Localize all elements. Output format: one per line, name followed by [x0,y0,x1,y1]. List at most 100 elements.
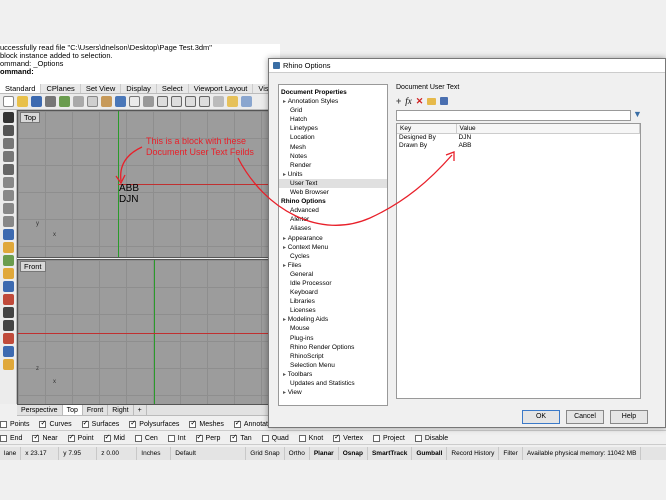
tree-item[interactable]: Toolbars [279,370,387,379]
zoom-selected-icon[interactable] [199,96,210,107]
key-cell[interactable]: Drawn By [397,142,457,150]
tree-item[interactable]: Modeling Aids [279,315,387,324]
viewport-front[interactable]: Front z x [17,259,280,405]
mesh-icon[interactable] [3,255,14,266]
rotate-view-icon[interactable] [143,96,154,107]
rectangle-icon[interactable] [3,216,14,227]
osnap-checkbox[interactable]: End [0,435,22,442]
tree-item[interactable]: Advanced [279,206,387,215]
tree-item[interactable]: User Text [279,178,387,189]
checkbox-icon[interactable] [233,419,241,428]
ellipse-icon[interactable] [3,203,14,214]
select-icon[interactable] [227,96,238,107]
ortho-toggle[interactable]: Ortho [285,447,310,460]
grid-snap-toggle[interactable]: Grid Snap [246,447,285,460]
osnap-checkbox[interactable]: Mid [103,433,125,442]
checkbox-icon[interactable] [167,435,175,442]
solid-icon[interactable] [3,242,14,253]
tree-item[interactable]: Selection Menu [279,361,387,370]
zoom-window-icon[interactable] [171,96,182,107]
checkbox-icon[interactable] [134,435,142,442]
dimension-icon[interactable] [3,307,14,318]
surface-icon[interactable] [3,229,14,240]
filter-checkbox[interactable]: Points [0,421,29,428]
tree-item[interactable]: Cycles [279,252,387,261]
layer-indicator[interactable]: Default [171,447,247,460]
tree-item[interactable]: Idle Processor [279,279,387,288]
osnap-checkbox[interactable]: Quad [261,435,289,442]
tree-item[interactable]: Hatch [279,115,387,124]
tree-item[interactable]: Libraries [279,297,387,306]
tab-display[interactable]: Display [121,84,157,93]
tab-viewport-layout[interactable]: Viewport Layout [189,84,254,93]
tree-item[interactable]: Keyboard [279,288,387,297]
smarttrack-toggle[interactable]: SmartTrack [368,447,413,460]
zoom-extents-icon[interactable] [185,96,196,107]
tree-item[interactable]: Annotation Styles [279,97,387,106]
checkbox-icon[interactable] [0,435,7,442]
new-file-icon[interactable] [3,96,14,107]
viewport-top[interactable]: Top ABB DJN y x [17,110,280,258]
print-icon[interactable] [45,96,56,107]
boolean-icon[interactable] [3,333,14,344]
osnap-checkbox[interactable]: Int [167,435,186,442]
tree-item[interactable]: Aliases [279,224,387,233]
tab-select[interactable]: Select [157,84,189,93]
osnap-checkbox[interactable]: Perp [195,433,220,442]
filter-checkbox[interactable]: Surfaces [81,419,119,428]
delete-icon[interactable]: ✕ [416,96,424,106]
tree-item[interactable]: Rhino Render Options [279,343,387,352]
checkbox-icon[interactable] [373,435,381,442]
tab-standard[interactable]: Standard [0,84,42,93]
checkbox-icon[interactable] [333,433,341,442]
help-button[interactable]: Help [610,410,648,424]
osnap-checkbox[interactable]: Point [67,433,94,442]
osnap-toggle[interactable]: Osnap [339,447,368,460]
search-input[interactable] [396,110,631,121]
filter-checkbox[interactable]: Meshes [189,419,224,428]
tree-item[interactable]: Render [279,161,387,170]
open-file-icon[interactable] [17,96,28,107]
transform-icon[interactable] [3,294,14,305]
cut-icon[interactable] [73,96,84,107]
4-view-icon[interactable] [213,96,224,107]
osnap-checkbox[interactable]: Near [32,433,58,442]
filter-toggle[interactable]: Filter [499,447,523,460]
osnap-checkbox[interactable]: Cen [134,435,158,442]
checkbox-icon[interactable] [129,419,137,428]
tab-top[interactable]: Top [62,405,83,415]
checkbox-icon[interactable] [261,435,269,442]
tree-item[interactable]: Web Browser [279,188,387,197]
function-icon[interactable]: fx [405,96,412,106]
select-arrow-icon[interactable] [3,112,14,123]
column-header-value[interactable]: Value [457,124,640,133]
pan-icon[interactable] [129,96,140,107]
tree-item[interactable]: RhinoScript [279,352,387,361]
filter-icon[interactable]: ▼ [633,109,642,119]
tab-front[interactable]: Front [83,405,109,415]
tree-item[interactable]: Mesh [279,143,387,152]
copy-icon[interactable] [87,96,98,107]
tree-item[interactable]: Context Menu [279,243,387,252]
osnap-checkbox[interactable]: Knot [298,435,323,442]
tree-item[interactable]: General [279,270,387,279]
open-folder-icon[interactable] [427,97,437,105]
tree-item[interactable]: Linetypes [279,124,387,133]
table-row[interactable]: Drawn By ABB [397,142,640,150]
planar-toggle[interactable]: Planar [310,447,339,460]
checkbox-icon[interactable] [81,419,89,428]
tab-perspective[interactable]: Perspective [17,405,63,415]
tree-item[interactable]: Appearance [279,234,387,243]
import-icon[interactable] [59,96,70,107]
tree-item[interactable]: View [279,388,387,397]
extrude-icon[interactable] [3,268,14,279]
record-history-toggle[interactable]: Record History [447,447,500,460]
osnap-checkbox[interactable]: Disable [414,435,448,442]
add-viewport-button[interactable]: + [134,405,147,415]
checkbox-icon[interactable] [67,433,75,442]
dialog-title-bar[interactable]: Rhino Options [269,59,665,73]
osnap-checkbox[interactable]: Vertex [333,433,363,442]
gumball-toggle[interactable]: Gumball [412,447,448,460]
value-cell[interactable]: ABB [457,142,640,150]
tree-item[interactable]: Updates and Statistics [279,379,387,388]
